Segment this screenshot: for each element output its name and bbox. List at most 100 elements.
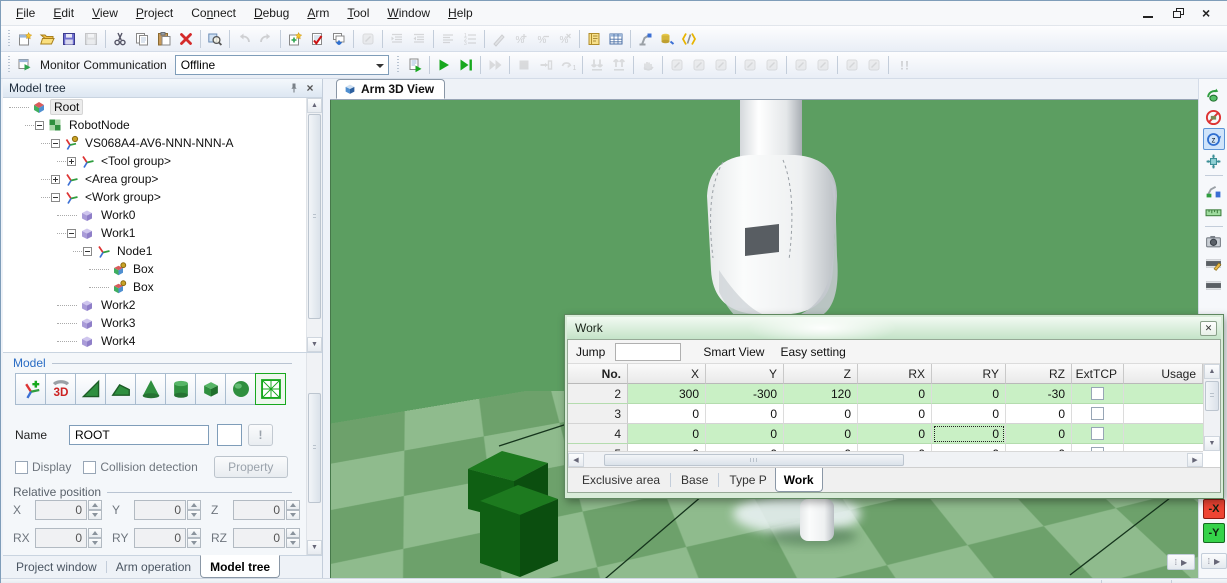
restore-button[interactable] [1172, 7, 1186, 19]
cell-rx[interactable]: 0 [858, 404, 932, 424]
cell-rz[interactable]: 0 [1006, 424, 1072, 444]
collision-off-button[interactable] [1203, 106, 1225, 128]
view-toolbar-handle[interactable]: ⁞▶ [1201, 553, 1227, 569]
menu-window[interactable]: Window [378, 2, 439, 24]
save-all-button[interactable] [58, 28, 80, 50]
smart-view-button[interactable]: Smart View [695, 345, 772, 359]
find-button[interactable] [204, 28, 226, 50]
movie-button[interactable] [1203, 274, 1225, 296]
spin-down-icon[interactable] [187, 510, 201, 520]
log-note-button[interactable] [583, 28, 605, 50]
easy-setting-button[interactable]: Easy setting [772, 345, 853, 359]
column-header-ry[interactable]: RY [932, 364, 1006, 384]
tree-item-work1[interactable]: Work1 [3, 224, 322, 242]
spin-up-icon[interactable] [187, 528, 201, 538]
minimize-button[interactable] [1142, 7, 1156, 19]
column-header-no[interactable]: No. [568, 364, 628, 384]
cell-x[interactable]: 0 [628, 444, 706, 451]
column-header-rx[interactable]: RX [858, 364, 932, 384]
menu-debug[interactable]: Debug [245, 2, 298, 24]
z-value-input[interactable]: 0 [233, 500, 285, 520]
menu-view[interactable]: View [83, 2, 127, 24]
display-checkbox[interactable] [15, 461, 28, 474]
work-dialog-titlebar[interactable]: Work ✕ [567, 317, 1221, 339]
spin-down-icon[interactable] [286, 510, 300, 520]
property-button[interactable]: Property [214, 456, 288, 478]
cell-usage[interactable] [1124, 444, 1203, 451]
cell-rz[interactable]: 0 [1006, 444, 1072, 451]
shape-tool-sphere-button[interactable] [225, 373, 256, 405]
cell-usage[interactable] [1124, 424, 1203, 444]
cell-x[interactable]: 300 [628, 384, 706, 404]
project-transfer-button[interactable] [14, 54, 36, 76]
pan-view-button[interactable] [1203, 150, 1225, 172]
collapse-icon[interactable] [83, 247, 92, 256]
tree-item-work0[interactable]: Work0 [3, 206, 322, 224]
spin-up-icon[interactable] [286, 500, 300, 510]
tree-scrollbar[interactable]: ▲ ▼ [306, 98, 322, 352]
work-tab-work[interactable]: Work [775, 467, 823, 492]
tab-arm-3d-view[interactable]: Arm 3D View [336, 79, 445, 99]
name-input[interactable]: ROOT [69, 425, 209, 445]
work-tab-exclusive-area[interactable]: Exclusive area [574, 468, 668, 492]
column-header-rz[interactable]: RZ [1006, 364, 1072, 384]
spin-up-icon[interactable] [88, 528, 102, 538]
spin-up-icon[interactable] [88, 500, 102, 510]
collapse-icon[interactable] [35, 121, 44, 130]
column-header-exttcp[interactable]: ExtTCP [1072, 364, 1124, 384]
rx-value-input[interactable]: 0 [35, 528, 87, 548]
scroll-up-icon[interactable]: ▲ [307, 98, 322, 113]
paste-button[interactable] [153, 28, 175, 50]
color-swatch-button[interactable] [217, 424, 242, 446]
copy-button[interactable] [131, 28, 153, 50]
work-hscroll-thumb[interactable] [604, 454, 904, 466]
collapse-icon[interactable] [51, 139, 60, 148]
shape-tool-wedge-button[interactable] [75, 373, 106, 405]
work-table-vscrollbar[interactable]: ▲ ▼ [1203, 364, 1220, 451]
shape-tool-cylinder-button[interactable] [165, 373, 196, 405]
shape-tool-none-button[interactable] [255, 373, 286, 405]
cell-ry[interactable]: 0 [932, 444, 1006, 451]
tree-item-vs068a4-av6-nnn-nnn-a[interactable]: VS068A4-AV6-NNN-NNN-A [3, 134, 322, 152]
collapse-icon[interactable] [67, 229, 76, 238]
spin-down-icon[interactable] [88, 510, 102, 520]
cell-rx[interactable]: 0 [858, 424, 932, 444]
run-button[interactable] [433, 54, 455, 76]
view-minus-x-button[interactable]: -X [1203, 499, 1225, 519]
tree-item-node1[interactable]: Node1 [3, 242, 322, 260]
work-row-5[interactable]: 5000000 [568, 444, 1203, 451]
cell-ry[interactable]: 0 [932, 384, 1006, 404]
jump-input[interactable] [615, 343, 681, 361]
tree-item-work4[interactable]: Work4 [3, 332, 322, 350]
cell-ry[interactable]: 0 [932, 424, 1006, 444]
menu-arm[interactable]: Arm [298, 2, 338, 24]
shape-tool-cube-button[interactable] [195, 373, 226, 405]
menu-tool[interactable]: Tool [338, 2, 378, 24]
menu-file[interactable]: File [7, 2, 44, 24]
monitor-mode-select[interactable]: Offline [175, 55, 389, 75]
cell-rz[interactable]: 0 [1006, 404, 1072, 424]
tool-mount-button[interactable] [656, 28, 678, 50]
work-vscroll-thumb[interactable] [1205, 381, 1219, 411]
cell-z[interactable]: 0 [784, 444, 858, 451]
view-minus-y-button[interactable]: -Y [1203, 523, 1225, 543]
tree-item-work2[interactable]: Work2 [3, 296, 322, 314]
transfer-stack-button[interactable] [328, 28, 350, 50]
menu-edit[interactable]: Edit [44, 2, 83, 24]
warning-button[interactable]: ! [248, 424, 273, 446]
cell-z[interactable]: 120 [784, 384, 858, 404]
cell-usage[interactable] [1124, 384, 1203, 404]
y-value-input[interactable]: 0 [134, 500, 186, 520]
shape-tool-cone-button[interactable] [135, 373, 166, 405]
exttcp-checkbox[interactable] [1091, 407, 1104, 420]
tree-item-robotnode[interactable]: RobotNode [3, 116, 322, 134]
tree-item-work-group[interactable]: <Work group> [3, 188, 322, 206]
spin-up-icon[interactable] [286, 528, 300, 538]
collision-detection-checkbox[interactable] [83, 461, 96, 474]
rotate-z-button[interactable]: z [1203, 128, 1225, 150]
work-tab-type-p[interactable]: Type P [721, 468, 774, 492]
model-scrollbar-thumb[interactable] [308, 393, 321, 503]
panel-close-icon[interactable]: × [302, 81, 318, 95]
spin-down-icon[interactable] [187, 538, 201, 548]
add-item-button[interactable] [284, 28, 306, 50]
